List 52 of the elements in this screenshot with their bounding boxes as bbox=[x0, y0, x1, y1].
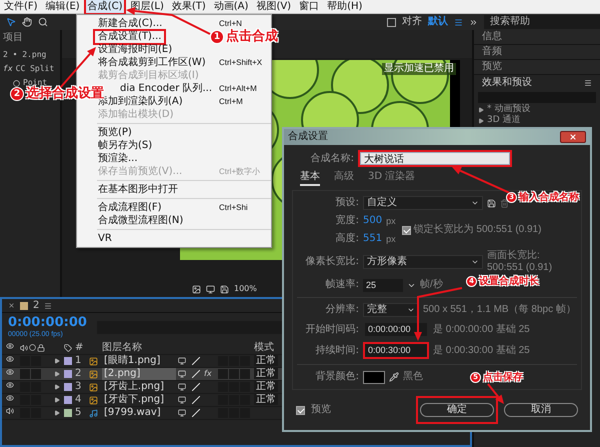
field-label: 持续时间: bbox=[314, 344, 359, 356]
menu-shortcut: Ctrl+数字小 bbox=[219, 166, 260, 178]
dialog-title: 合成设置 bbox=[288, 131, 328, 143]
layer-name: [眼睛1.png] bbox=[103, 355, 162, 367]
layer-name: [2.png] bbox=[102, 368, 176, 380]
snap-label: 对齐 bbox=[402, 16, 422, 28]
step-label: 输入合成名称 bbox=[519, 192, 579, 203]
menu-shortcut: Ctrl+Shift+X bbox=[219, 57, 262, 69]
menu-shortcut: Ctrl+M bbox=[219, 96, 243, 108]
column-heading: # bbox=[75, 342, 84, 354]
color-name: 黑色 bbox=[403, 371, 423, 383]
fx-label: fx bbox=[3, 63, 13, 75]
layer-number: 4 bbox=[75, 394, 82, 406]
layer-name: [牙齿下.png] bbox=[103, 394, 166, 406]
field-label: 开始时间码: bbox=[304, 324, 359, 336]
frame-aspect-value: 500:551 (0.91) bbox=[487, 262, 552, 274]
layer-number: 3 bbox=[75, 381, 82, 393]
menu-shortcut: Ctrl+Shi bbox=[219, 202, 248, 214]
fps-unit: 帧/秒 bbox=[420, 279, 443, 291]
property-name: Point bbox=[23, 77, 48, 87]
composition-item: 2 • 2.png bbox=[3, 49, 48, 61]
timecode-info: 是 0:00:00:00 基础 25 bbox=[433, 324, 530, 336]
step-label: 点击合成 bbox=[226, 30, 278, 44]
timecode-info: 是 0:00:30:00 基础 25 bbox=[433, 344, 530, 356]
field-label: 合成名称: bbox=[310, 152, 354, 164]
effects-panel-title: 效果和预设 bbox=[482, 77, 532, 89]
layer-name: [9799.wav] bbox=[103, 407, 162, 419]
field-label: 分辨率: bbox=[324, 304, 359, 316]
preview-label: 预览 bbox=[311, 404, 331, 416]
unit-label: px bbox=[386, 215, 396, 227]
layer-number: 5 bbox=[75, 407, 82, 419]
unit-label: px bbox=[386, 233, 396, 245]
resolution-info: 500 x 551，1.1 MB（每 8bpc 帧） bbox=[423, 304, 576, 316]
field-label: 宽度: bbox=[334, 215, 359, 227]
acceleration-notice: 显示加速已禁用 bbox=[382, 63, 456, 75]
column-heading: 图层名称 bbox=[102, 342, 143, 354]
effect-name: CC Split bbox=[16, 63, 54, 75]
layer-number: 2 bbox=[75, 368, 82, 380]
step-label: 设置合成时长 bbox=[479, 276, 539, 287]
layer-name: [牙齿上.png] bbox=[103, 381, 166, 393]
field-label: 帧速率: bbox=[324, 279, 359, 291]
field-label: 像素长宽比: bbox=[304, 256, 359, 268]
layer-number: 1 bbox=[75, 355, 82, 367]
lock-ratio-label: 锁定长宽比为 500:551 (0.91) bbox=[414, 224, 542, 236]
menu-shortcut: Ctrl+N bbox=[219, 18, 242, 29]
menu-shortcut: Ctrl+Alt+M bbox=[219, 83, 257, 95]
field-label: 预设: bbox=[334, 197, 359, 209]
frame-aspect-label: 画面长宽比: bbox=[487, 250, 541, 262]
column-heading: 模式 bbox=[254, 342, 275, 354]
field-label: 背景颜色: bbox=[314, 371, 359, 383]
step-label: 点击保存 bbox=[483, 372, 523, 383]
field-label: 高度: bbox=[334, 233, 359, 245]
